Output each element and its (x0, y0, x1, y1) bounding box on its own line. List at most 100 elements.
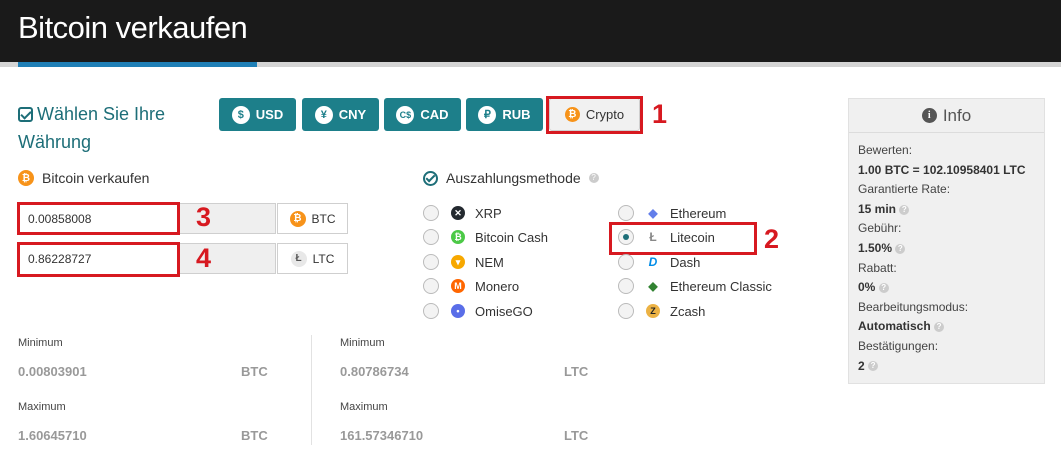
dollar-icon: $ (231, 105, 250, 124)
info-confirmations-row: 2 ? (858, 357, 1035, 377)
info-mode-row: Automatisch ? (858, 317, 1035, 337)
payout-option-label: Dash (670, 254, 701, 270)
bitcoin-icon: ₿ (18, 170, 34, 186)
currency-button-label: CAD (420, 107, 449, 122)
currency-button-rub[interactable]: ₽ RUB (466, 98, 543, 131)
help-icon[interactable]: ? (934, 322, 945, 333)
btc-minimum-label: Minimum (18, 337, 63, 349)
ltc-maximum-label: Maximum (340, 401, 388, 413)
payout-option-dash[interactable]: D Dash (618, 251, 700, 273)
payout-option-label: XRP (475, 205, 502, 221)
highlight-box-1 (546, 96, 643, 134)
info-discount-value: 0% (858, 280, 876, 295)
currency-heading: Wählen Sie Ihre Währung (18, 100, 208, 156)
radio-button[interactable] (423, 278, 439, 294)
radio-button[interactable] (618, 278, 634, 294)
nem-icon: ▾ (451, 255, 465, 269)
info-fee-row: 1.50% ? (858, 239, 1035, 259)
help-icon[interactable]: ? (899, 204, 910, 215)
ethereum-icon: ◆ (646, 206, 660, 220)
payout-option-bitcoin-cash[interactable]: ₿ Bitcoin Cash (423, 226, 548, 248)
payout-option-label: Ethereum (670, 205, 727, 221)
radio-button[interactable] (618, 254, 634, 270)
check-circle-icon (423, 170, 438, 186)
yuan-icon: ¥ (314, 105, 333, 124)
highlight-box-4 (17, 242, 180, 277)
info-mode-label: Bearbeitungsmodus: (858, 299, 969, 314)
radio-button[interactable] (618, 303, 634, 319)
zcash-icon: Z (646, 304, 660, 318)
radio-button[interactable] (423, 229, 439, 245)
radio-button[interactable] (618, 205, 634, 221)
ltc-maximum-unit: LTC (564, 428, 589, 443)
info-guaranteed-label: Garantierte Rate: (858, 182, 951, 197)
payout-option-xrp[interactable]: ✕ XRP (423, 202, 502, 224)
info-rate-value: 1.00 BTC = 102.10958401 LTC (858, 162, 1026, 177)
highlight-box-3 (17, 202, 180, 235)
help-icon[interactable]: ? (588, 173, 599, 183)
payout-option-label: NEM (475, 254, 504, 270)
currency-heading-text: Wählen Sie Ihre Währung (18, 104, 166, 152)
currency-button-label: RUB (502, 107, 531, 122)
ruble-icon: ₽ (478, 105, 497, 124)
step-marker-4: 4 (196, 243, 212, 273)
btc-maximum-value: 1.60645710 (18, 428, 87, 443)
payout-option-label: OmiseGO (475, 303, 533, 319)
checkbox-icon (18, 107, 33, 122)
help-icon[interactable]: ? (895, 243, 906, 254)
ltc-maximum-value: 161.57346710 (340, 428, 424, 443)
info-panel: i Info Bewerten: 1.00 BTC = 102.10958401… (848, 98, 1045, 384)
active-tab-indicator (18, 62, 257, 67)
help-icon[interactable]: ? (878, 282, 889, 293)
payout-option-monero[interactable]: M Monero (423, 275, 519, 297)
payout-option-label: Ethereum Classic (670, 278, 772, 294)
info-panel-body: Bewerten: 1.00 BTC = 102.10958401 LTC Ga… (849, 133, 1044, 376)
btc-maximum-label: Maximum (18, 401, 66, 413)
info-rate-label: Bewerten: (858, 143, 913, 157)
radio-button[interactable] (423, 254, 439, 270)
cad-dollar-icon: C$ (396, 105, 415, 124)
payout-option-label: Monero (475, 278, 520, 294)
payout-option-nem[interactable]: ▾ NEM (423, 251, 504, 273)
dash-icon: D (646, 255, 660, 269)
currency-button-cad[interactable]: C$ CAD (384, 98, 461, 131)
help-icon[interactable]: ? (868, 361, 879, 372)
currency-button-label: CNY (338, 107, 367, 122)
step-marker-1: 1 (652, 99, 668, 129)
payout-option-label: Bitcoin Cash (475, 229, 548, 245)
info-confirmations-value: 2 (858, 358, 865, 373)
payout-option-ethereum[interactable]: ◆ Ethereum (618, 202, 726, 224)
page-header: Bitcoin verkaufen (0, 0, 1061, 62)
payout-option-ethereum-classic[interactable]: ◆ Ethereum Classic (618, 275, 772, 297)
radio-button[interactable] (423, 205, 439, 221)
ltc-minimum-label: Minimum (340, 337, 385, 349)
ltc-unit-addon: Ł LTC (277, 243, 348, 274)
info-icon: i (921, 108, 937, 123)
litecoin-icon: Ł (290, 250, 307, 267)
currency-button-usd[interactable]: $ USD (219, 98, 296, 131)
btc-maximum-unit: BTC (241, 428, 268, 443)
payout-option-zcash[interactable]: Z Zcash (618, 300, 705, 322)
ltc-minimum-value: 0.80786734 (340, 364, 409, 379)
info-confirmations-label: Bestätigungen: (858, 338, 939, 353)
sell-label-text: Bitcoin verkaufen (42, 170, 150, 186)
bitcoin-icon: ₿ (289, 210, 306, 227)
payout-label-text: Auszahlungsmethode (446, 170, 581, 186)
btc-unit-label: BTC (311, 211, 336, 226)
payout-section-label: Auszahlungsmethode ? (423, 170, 599, 186)
info-panel-header: i Info (849, 99, 1044, 133)
info-discount-label: Rabatt: (858, 260, 897, 275)
info-discount-row: 0% ? (858, 278, 1035, 298)
payout-option-omisego[interactable]: • OmiseGO (423, 300, 533, 322)
info-fee-label: Gebühr: (858, 221, 902, 236)
info-guaranteed-row: 15 min ? (858, 200, 1035, 220)
currency-button-cny[interactable]: ¥ CNY (302, 98, 379, 131)
monero-icon: M (451, 279, 465, 293)
bitcoin-cash-icon: ₿ (451, 230, 465, 244)
info-mode-value: Automatisch (858, 319, 931, 334)
radio-button[interactable] (423, 303, 439, 319)
limits-divider (311, 335, 312, 445)
step-marker-3: 3 (196, 202, 212, 232)
btc-minimum-unit: BTC (241, 364, 268, 379)
ltc-minimum-unit: LTC (564, 364, 589, 379)
